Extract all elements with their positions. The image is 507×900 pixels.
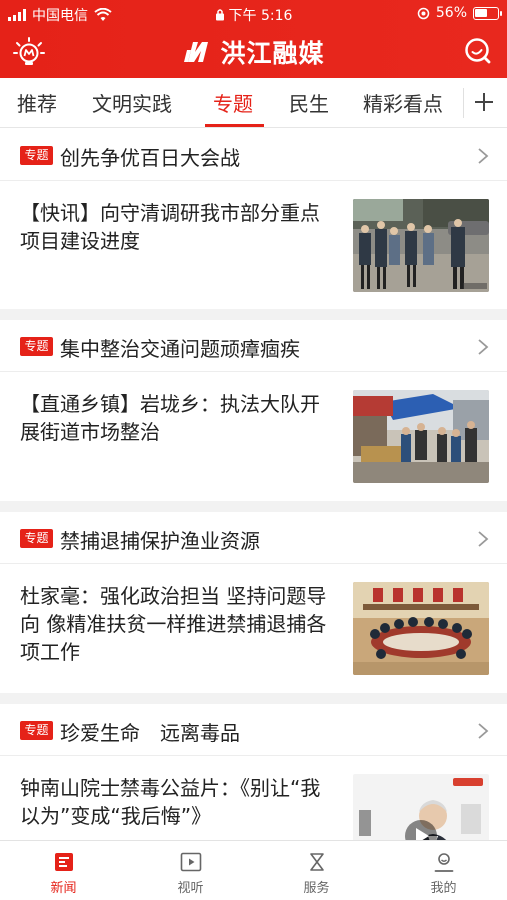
news-item[interactable]: 钟南山院士禁毒公益片：《别让“我以为”变成“我后悔”》 [0,756,507,840]
news-title: 【快讯】向守清调研我市部分重点项目建设进度 [20,201,320,253]
topic-title: 创先争优百日大会战 [60,146,240,170]
topic-title: 珍爱生命 远离毒品 [60,721,240,745]
tab-highlights[interactable]: 精彩看点 [363,88,443,117]
nav-video-label: 视听 [177,881,204,896]
tab-topics[interactable]: 专题 [213,88,253,117]
news-title: 杜家毫：强化政治担当 坚持问题导向 像精准扶贫一样推进禁捕退捕各项工作 [20,584,327,664]
topic-header[interactable]: 专题 集中整治交通问题顽瘴痼疾 [0,320,507,372]
chevron-right-icon [478,339,489,355]
chevron-right-icon [478,531,489,547]
news-icon [54,853,73,871]
topic-header[interactable]: 专题 珍爱生命 远离毒品 [0,704,507,756]
tab-livelihood[interactable]: 民生 [289,88,329,117]
nav-profile-label: 我的 [430,881,457,896]
app-bar: 洪江融媒 [0,26,507,78]
app-header: 中国电信 下午 5:16 56% 洪江融媒 [0,0,507,78]
news-item[interactable]: 【快讯】向守清调研我市部分重点项目建设进度 [0,181,507,309]
clock-label: 下午 5:16 [228,8,293,24]
chevron-right-icon [478,723,489,739]
topic-header[interactable]: 专题 禁捕退捕保护渔业资源 [0,512,507,564]
topic-badge: 专题 [20,337,53,356]
topic-title: 禁捕退捕保护渔业资源 [60,529,260,553]
news-thumbnail [353,390,489,483]
section-separator [0,693,507,704]
news-title: 【直通乡镇】岩垅乡：执法大队开展街道市场整治 [20,392,320,444]
bottom-navigation: 新闻 视听 服务 我的 [0,840,507,900]
nav-service-label: 服务 [303,881,330,896]
news-title: 钟南山院士禁毒公益片：《别让“我以为”变成“我后悔”》 [20,776,321,828]
topic-title: 集中整治交通问题顽瘴痼疾 [60,337,300,361]
tab-recommend[interactable]: 推荐 [17,88,57,117]
video-icon [180,852,201,872]
section-separator [0,501,507,512]
service-icon [309,853,324,871]
chevron-right-icon [478,148,489,164]
video-thumbnail [353,774,489,840]
nav-news[interactable]: 新闻 [0,841,127,900]
nav-service[interactable]: 服务 [253,841,380,900]
battery-icon [473,6,502,20]
section-separator [0,309,507,320]
nav-news-label: 新闻 [50,881,77,896]
nav-video[interactable]: 视听 [127,841,254,900]
tab-civilization-practice[interactable]: 文明实践 [92,88,172,117]
tabs-divider [463,88,464,118]
news-item[interactable]: 杜家毫：强化政治担当 坚持问题导向 像精准扶贫一样推进禁捕退捕各项工作 [0,564,507,693]
topic-badge: 专题 [20,146,53,165]
category-tabs: 推荐 文明实践 专题 民生 精彩看点 [0,78,507,128]
rotation-lock-icon [417,7,430,19]
topic-badge: 专题 [20,529,53,548]
app-title: 洪江融媒 [220,39,325,68]
lock-icon [215,9,224,21]
brand-logo-icon [184,42,209,62]
profile-icon [434,853,453,872]
add-channel-icon[interactable] [474,92,494,112]
news-thumbnail [353,199,489,292]
battery-percent: 56% [435,5,467,21]
news-thumbnail [353,582,489,675]
topic-header[interactable]: 专题 创先争优百日大会战 [0,129,507,181]
status-bar: 中国电信 下午 5:16 56% [0,0,507,26]
active-tab-indicator [205,124,264,127]
search-icon[interactable] [463,36,493,66]
topic-badge: 专题 [20,721,53,740]
nav-profile[interactable]: 我的 [380,841,507,900]
news-item[interactable]: 【直通乡镇】岩垅乡：执法大队开展街道市场整治 [0,372,507,501]
